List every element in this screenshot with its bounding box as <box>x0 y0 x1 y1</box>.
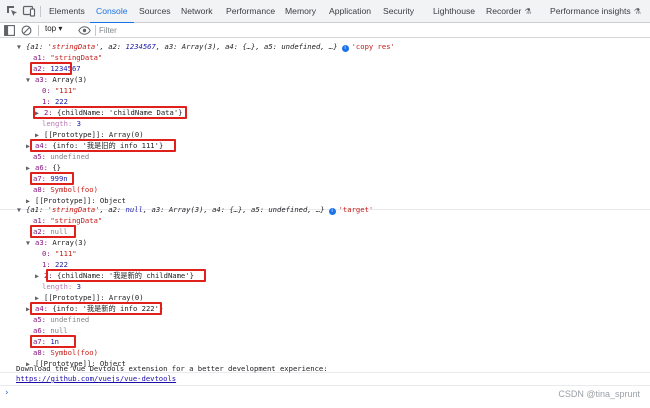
tab-memory[interactable]: Memory <box>285 0 316 23</box>
prop-a3-1: 1: 222 <box>42 260 68 269</box>
filter-input[interactable] <box>99 24 339 36</box>
tab-performance[interactable]: Performance <box>226 0 275 23</box>
collapse-triangle-icon[interactable]: ▶ <box>26 163 35 173</box>
prop-a6[interactable]: ▶ a6: {} <box>26 163 61 173</box>
prop-a4[interactable]: ▶ a4: {info: '我是新的 info 222'} <box>26 304 163 314</box>
tab-security[interactable]: Security <box>383 0 414 23</box>
prop-a8: a8: Symbol(foo) <box>33 185 98 194</box>
prop-a6: a6: null <box>33 326 68 335</box>
prop-a1: a1: "stringData" <box>33 53 103 62</box>
tab-recorder[interactable]: Recorder ⚗ <box>486 0 532 23</box>
vue-devtools-link[interactable]: https://github.com/vuejs/vue-devtools <box>16 374 176 384</box>
context-selector[interactable]: top ▾ <box>45 24 62 33</box>
log-entry-summary[interactable]: ▼ {a1: 'stringData', a2: null, a3: Array(… <box>17 205 373 215</box>
prop-a3-prototype[interactable]: ▶ [[Prototype]]: Array(0) <box>35 130 144 140</box>
log-entry-summary[interactable]: ▼ {a1: 'stringData', a2: 1234567, a3: Arr… <box>17 42 395 52</box>
collapse-triangle-icon[interactable]: ▶ <box>35 271 44 281</box>
collapse-triangle-icon[interactable]: ▶ <box>35 130 44 140</box>
prop-a5: a5: undefined <box>33 152 90 161</box>
tab-application[interactable]: Application <box>329 0 371 23</box>
prop-a3-2[interactable]: ▶ 2: {childName: '我是新的 childName'} <box>35 271 194 281</box>
info-icon[interactable]: i <box>341 45 349 52</box>
prop-a3-length: length: 3 <box>42 119 81 128</box>
prop-a5: a5: undefined <box>33 315 90 324</box>
prop-a3-prototype[interactable]: ▶ [[Prototype]]: Array(0) <box>35 293 144 303</box>
console-messages: ▼ {a1: 'stringData', a2: 1234567, a3: Arr… <box>0 39 650 408</box>
tab-console[interactable]: Console <box>90 0 133 24</box>
prop-a2: a2: null <box>33 227 68 236</box>
collapse-triangle-icon[interactable]: ▶ <box>35 108 44 118</box>
toolbar-divider <box>38 25 39 36</box>
prop-a3-0: 0: "111" <box>42 249 77 258</box>
prop-a7: a7: 1n <box>33 337 59 346</box>
experiment-flask-icon: ⚗ <box>524 7 532 16</box>
tab-elements[interactable]: Elements <box>49 0 85 23</box>
expand-triangle-icon[interactable]: ▼ <box>17 42 26 52</box>
expand-triangle-icon[interactable]: ▼ <box>26 75 35 85</box>
prop-a8: a8: Symbol(foo) <box>33 348 98 357</box>
device-toolbar-icon[interactable] <box>22 4 36 18</box>
tab-network[interactable]: Network <box>181 0 213 23</box>
console-toolbar: top ▾ <box>0 23 650 38</box>
tab-performance-insights-label: Performance insights <box>550 6 631 16</box>
prop-a3[interactable]: ▼ a3: Array(3) <box>26 75 87 85</box>
prop-a3[interactable]: ▼ a3: Array(3) <box>26 238 87 248</box>
tab-recorder-label: Recorder <box>486 6 522 16</box>
log-label: 'copy res' <box>351 42 395 51</box>
inspect-element-icon[interactable] <box>5 4 19 18</box>
tab-performance-insights[interactable]: Performance insights ⚗ <box>550 0 641 23</box>
devtools-tab-bar: Elements Console Sources Network Perform… <box>0 0 650 24</box>
prop-a3-length: length: 3 <box>42 282 81 291</box>
eye-icon[interactable] <box>78 26 91 35</box>
prop-a4[interactable]: ▶ a4: {info: '我是旧的 info 111'} <box>26 141 163 151</box>
log-divider <box>0 385 650 386</box>
info-icon[interactable]: i <box>328 208 336 215</box>
tab-bar-divider <box>40 6 41 17</box>
expand-triangle-icon[interactable]: ▼ <box>17 205 26 215</box>
console-prompt[interactable]: › <box>4 388 9 398</box>
expand-triangle-icon[interactable]: ▼ <box>26 238 35 248</box>
sidebar-toggle-icon[interactable] <box>4 25 15 36</box>
collapse-triangle-icon[interactable]: ▶ <box>26 304 35 314</box>
prop-a1: a1: "stringData" <box>33 216 103 225</box>
clear-console-icon[interactable] <box>21 25 32 36</box>
collapse-triangle-icon[interactable]: ▶ <box>35 293 44 303</box>
prop-a7: a7: 999n <box>33 174 68 183</box>
prop-a2: a2: 1234567 <box>33 64 81 73</box>
log-label: 'target' <box>338 205 374 214</box>
prop-a3-0: 0: "111" <box>42 86 77 95</box>
experiment-flask-icon: ⚗ <box>633 7 641 16</box>
tab-sources[interactable]: Sources <box>139 0 171 23</box>
collapse-triangle-icon[interactable]: ▶ <box>26 141 35 151</box>
prop-a3-2[interactable]: ▶ 2: {childName: 'childName Data'} <box>35 108 182 118</box>
watermark: CSDN @tina_sprunt <box>558 389 640 399</box>
tab-lighthouse[interactable]: Lighthouse <box>433 0 475 23</box>
prop-a3-1: 1: 222 <box>42 97 68 106</box>
toolbar-divider <box>95 25 96 36</box>
vue-devtools-message: Download the Vue Devtools extension for … <box>16 364 328 373</box>
